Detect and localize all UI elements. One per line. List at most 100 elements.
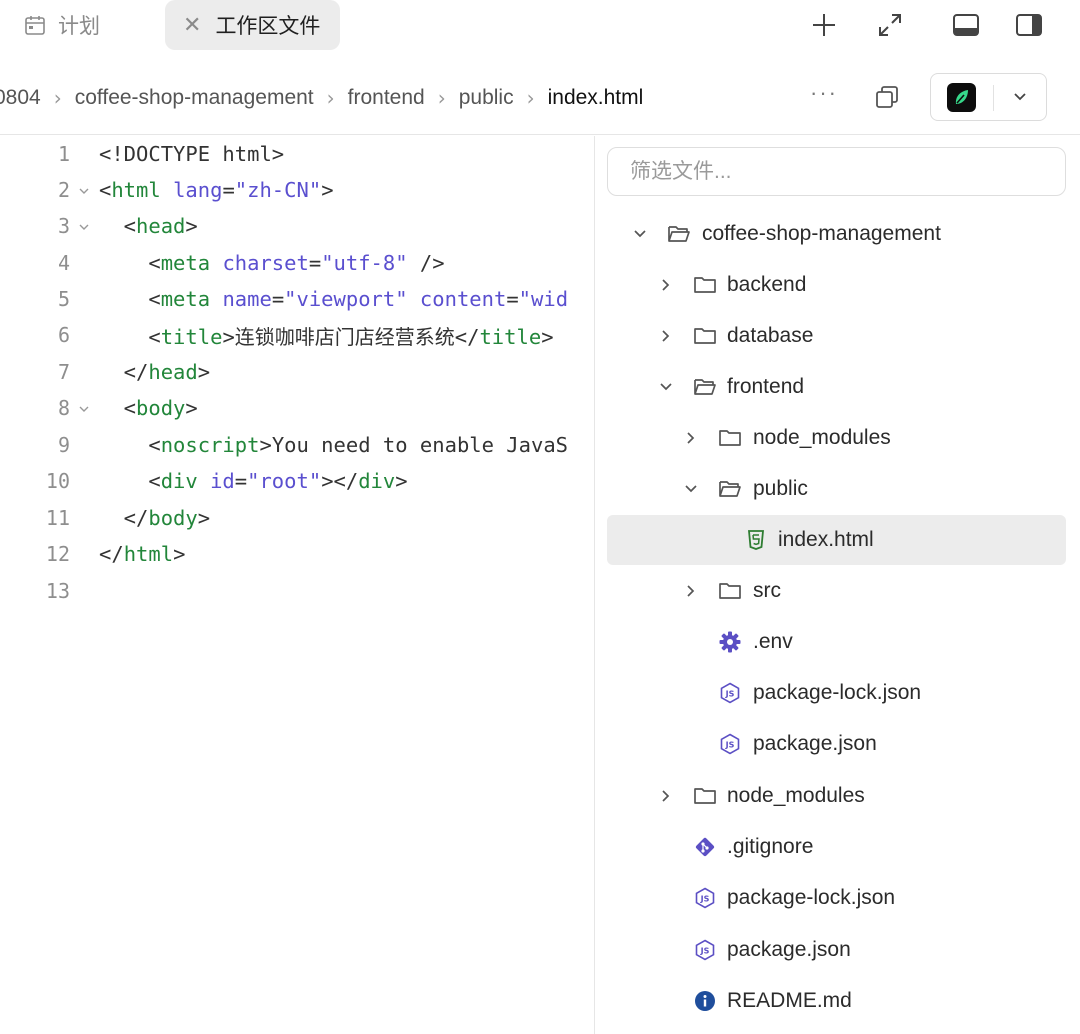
- chevron-right-icon: ›: [437, 85, 446, 110]
- tree-item-label: node_modules: [753, 426, 891, 449]
- chevron-down-icon: [634, 230, 646, 238]
- folder-icon: [718, 579, 742, 603]
- tree-item-coffee-shop-management[interactable]: coffee-shop-management: [607, 209, 1066, 259]
- chevron-right-icon: ›: [326, 85, 335, 110]
- tree-item-package-lock-json[interactable]: JS package-lock.json: [607, 873, 1066, 923]
- tree-item-package-lock-json[interactable]: JS package-lock.json: [607, 668, 1066, 718]
- line-number: 12: [45, 542, 70, 566]
- tree-item-src[interactable]: src: [607, 566, 1066, 616]
- tree-item-readme-md[interactable]: README.md: [607, 976, 1066, 1026]
- line-number: 10: [45, 469, 70, 493]
- tree-item-package-json[interactable]: JS package.json: [607, 719, 1066, 769]
- tree-item-label: package.json: [727, 938, 851, 961]
- tree-item-label: database: [727, 324, 814, 347]
- line-number: 2: [57, 178, 70, 202]
- close-icon[interactable]: ✕: [183, 13, 201, 38]
- chevron-right-icon: ›: [526, 85, 535, 110]
- chevron-right-icon: [687, 585, 695, 597]
- tree-item-label: backend: [727, 273, 807, 296]
- tree-item-label: node_modules: [727, 784, 865, 807]
- tab-plan[interactable]: 计划: [24, 0, 100, 50]
- tree-item-node-modules[interactable]: node_modules: [607, 413, 1066, 463]
- line-number: 1: [57, 142, 70, 166]
- code-editor[interactable]: 1 <!DOCTYPE html> 2 <html lang="zh-CN"> …: [0, 136, 594, 1034]
- panel-bottom-icon[interactable]: [951, 10, 981, 40]
- expand-icon[interactable]: [875, 10, 905, 40]
- info-icon: [693, 989, 717, 1013]
- code-line: 7 </head>: [0, 354, 594, 390]
- tree-item-label: coffee-shop-management: [702, 222, 941, 245]
- line-number: 13: [45, 579, 70, 603]
- tree-item-database[interactable]: database: [607, 311, 1066, 361]
- line-number: 5: [57, 287, 70, 311]
- line-number: 7: [57, 360, 70, 384]
- panel-right-icon[interactable]: [1014, 10, 1044, 40]
- chevron-right-icon: [662, 279, 670, 291]
- fold-chevron-icon[interactable]: [78, 404, 90, 414]
- tree-item-env[interactable]: .env: [607, 617, 1066, 667]
- gear-icon: [718, 630, 742, 654]
- divider: [993, 85, 994, 111]
- tree-item-frontend[interactable]: frontend: [607, 362, 1066, 412]
- breadcrumb: 0804 › coffee-shop-management › frontend…: [0, 60, 790, 135]
- code-line: 12 </html>: [0, 536, 594, 572]
- tab-workspace-files[interactable]: ✕ 工作区文件: [165, 0, 340, 50]
- breadcrumb-item[interactable]: public: [459, 86, 514, 110]
- folder-open-icon: [693, 375, 717, 399]
- js-file-icon: JS: [693, 938, 717, 962]
- js-file-icon: JS: [718, 732, 742, 756]
- folder-open-icon: [667, 222, 691, 246]
- folder-icon: [693, 273, 717, 297]
- tree-item-label: package.json: [753, 732, 877, 755]
- tree-item-label: index.html: [778, 528, 874, 551]
- plus-icon[interactable]: [809, 10, 839, 40]
- tree-item-label: src: [753, 579, 781, 602]
- fold-chevron-icon[interactable]: [78, 222, 90, 232]
- code-line: 9 <noscript>You need to enable JavaS: [0, 427, 594, 463]
- app-logo-icon: [947, 83, 976, 112]
- chevron-right-icon: ›: [53, 85, 62, 110]
- tree-item-package-json[interactable]: JS package.json: [607, 925, 1066, 975]
- open-with-dropdown[interactable]: [930, 73, 1047, 121]
- tree-item-node-modules[interactable]: node_modules: [607, 771, 1066, 821]
- breadcrumb-item[interactable]: frontend: [348, 86, 425, 110]
- code-text: <!DOCTYPE html>: [99, 142, 285, 166]
- line-number: 6: [57, 323, 70, 347]
- breadcrumb-item[interactable]: coffee-shop-management: [75, 86, 314, 110]
- fold-chevron-icon[interactable]: [78, 186, 90, 196]
- js-file-icon: JS: [718, 681, 742, 705]
- code-line: 1 <!DOCTYPE html>: [0, 136, 594, 172]
- tree-item-index-html[interactable]: index.html: [607, 515, 1066, 565]
- breadcrumb-bar: 0804 › coffee-shop-management › frontend…: [0, 60, 1080, 135]
- tree-item-label: frontend: [727, 375, 805, 398]
- folder-open-icon: [718, 477, 742, 501]
- chevron-right-icon: [662, 330, 670, 342]
- chevron-down-icon[interactable]: [1011, 88, 1029, 111]
- tab-plan-label: 计划: [58, 15, 100, 38]
- copy-icon[interactable]: [874, 84, 900, 115]
- breadcrumb-item[interactable]: 0804: [0, 86, 41, 110]
- code-line: 10 <div id="root"></div>: [0, 463, 594, 499]
- tree-item-label: package-lock.json: [727, 886, 896, 909]
- filter-files-input[interactable]: [607, 147, 1066, 196]
- more-options-button[interactable]: ···: [810, 80, 838, 106]
- breadcrumb-current[interactable]: index.html: [548, 86, 644, 110]
- svg-text:JS: JS: [700, 947, 710, 956]
- svg-text:JS: JS: [725, 741, 735, 750]
- tree-item-backend[interactable]: backend: [607, 260, 1066, 310]
- tree-item-gitignore[interactable]: .gitignore: [607, 822, 1066, 872]
- tree-item-label: .gitignore: [727, 835, 814, 858]
- folder-icon: [693, 324, 717, 348]
- code-line: 4 <meta charset="utf-8" />: [0, 245, 594, 281]
- file-explorer-panel: coffee-shop-management backend database …: [594, 136, 1080, 1034]
- tree-item-label: package-lock.json: [753, 681, 922, 704]
- html-file-icon: [744, 528, 768, 552]
- folder-icon: [718, 426, 742, 450]
- svg-text:JS: JS: [700, 895, 710, 904]
- tree-item-public[interactable]: public: [607, 464, 1066, 514]
- tree-item-label: README.md: [727, 989, 852, 1012]
- code-line: 11 </body>: [0, 500, 594, 536]
- line-number: 9: [57, 433, 70, 457]
- chevron-right-icon: [687, 432, 695, 444]
- tree-item-label: public: [753, 477, 808, 500]
